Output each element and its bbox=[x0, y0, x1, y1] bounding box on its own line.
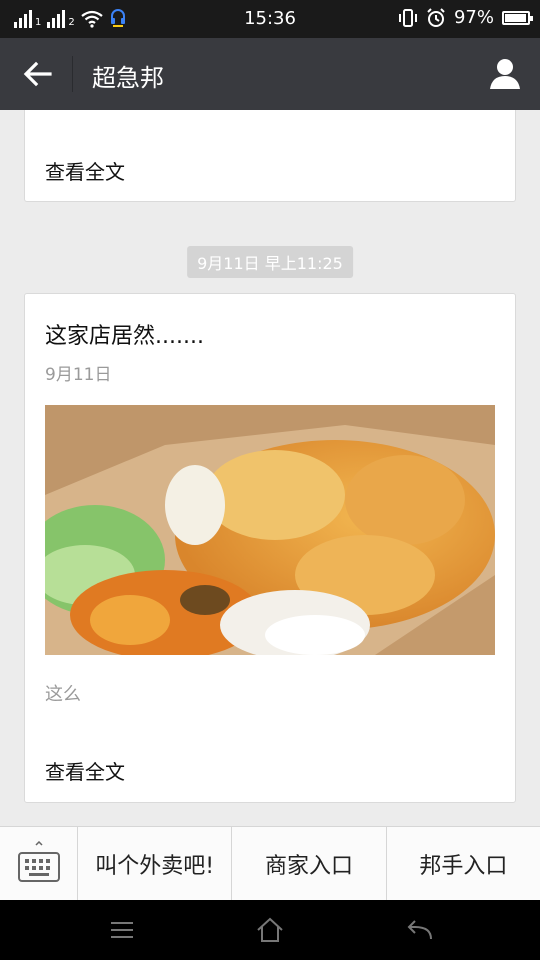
menu-merchant-entry[interactable]: 商家入口 bbox=[232, 827, 387, 900]
menu-helper-entry[interactable]: 邦手入口 bbox=[387, 827, 540, 900]
battery-icon bbox=[502, 10, 533, 25]
food-image bbox=[45, 405, 495, 655]
menu-icon[interactable] bbox=[107, 915, 137, 945]
arrow-left-icon[interactable] bbox=[20, 56, 56, 92]
status-bar: 1 2 15:36 97% bbox=[0, 0, 540, 38]
read-more-link[interactable]: 查看全文 bbox=[45, 156, 125, 185]
message-timestamp: 9月11日 早上11:25 bbox=[187, 246, 353, 278]
system-nav-bar bbox=[0, 900, 540, 960]
title-bar: 超急邦 bbox=[0, 38, 540, 110]
battery-level bbox=[505, 13, 527, 22]
page-title: 超急邦 bbox=[92, 64, 164, 92]
keyboard-icon bbox=[18, 841, 60, 882]
menu-order-takeout[interactable]: 叫个外卖吧! bbox=[78, 827, 233, 900]
article-cover-image[interactable] bbox=[45, 405, 495, 655]
alarm-icon bbox=[427, 7, 445, 27]
article-title[interactable]: 这家店居然....... bbox=[45, 318, 204, 350]
status-right-icons: 97% bbox=[398, 7, 533, 28]
bottom-menu: 叫个外卖吧! 商家入口 邦手入口 bbox=[0, 826, 540, 900]
title-divider bbox=[72, 56, 73, 92]
article-date: 9月11日 bbox=[45, 365, 112, 385]
person-icon[interactable] bbox=[488, 56, 522, 90]
home-icon[interactable] bbox=[255, 915, 285, 945]
battery-percent: 97% bbox=[453, 7, 494, 28]
article-card[interactable]: 这家店居然....... 9月11日 这么 查看全文 bbox=[24, 293, 516, 803]
keyboard-toggle-button[interactable] bbox=[0, 827, 78, 900]
vibrate-icon bbox=[398, 8, 417, 27]
read-more-link[interactable]: 查看全文 bbox=[45, 756, 125, 785]
previous-article-card[interactable]: 查看全文 bbox=[24, 110, 516, 202]
back-icon[interactable] bbox=[405, 915, 435, 945]
article-snippet: 这么 bbox=[45, 684, 81, 705]
